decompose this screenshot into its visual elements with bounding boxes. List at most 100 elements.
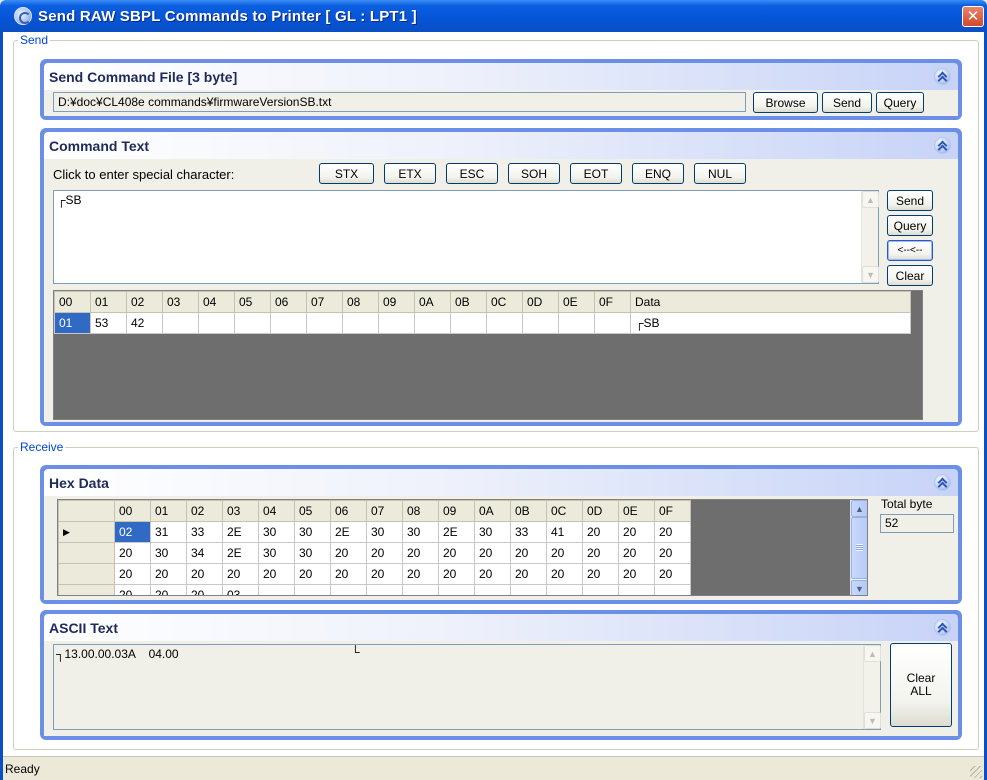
column-header[interactable]: 08 [342,291,379,313]
table-cell[interactable]: 20 [654,521,691,543]
table-cell[interactable]: 20 [438,542,475,564]
table-cell[interactable]: 2E [330,521,367,543]
table-cell[interactable]: 20 [258,563,295,585]
collapse-icon[interactable] [934,619,951,636]
scroll-thumb[interactable] [851,517,867,579]
table-cell[interactable]: 20 [294,563,331,585]
scroll-down-arrow-icon[interactable]: ▼ [862,266,879,283]
column-header[interactable]: 04 [258,500,295,522]
table-cell[interactable]: 20 [618,542,655,564]
table-cell[interactable]: 20 [150,584,187,595]
column-header[interactable]: 03 [162,291,199,313]
special-char-button-eot[interactable]: EOT [570,163,622,184]
special-char-button-esc[interactable]: ESC [446,163,498,184]
ascii-textarea[interactable]: ┐13.00.00.03A 04.00 └ ▲ ▼ [53,644,881,730]
table-cell[interactable] [582,584,619,595]
clear-text-button[interactable]: Clear [887,265,933,286]
convert-button[interactable]: <--<-- [887,240,933,261]
table-row[interactable]: 01 53 42 ┌SB [54,312,911,334]
table-cell[interactable]: 20 [366,542,403,564]
table-cell[interactable]: 20 [582,563,619,585]
table-cell[interactable]: 30 [366,521,403,543]
browse-button[interactable]: Browse [753,92,818,113]
table-row[interactable]: ▶ 02 31 33 2E 30 30 2E 30 30 2E 30 33 41 20 20 20 [58,521,691,543]
column-header[interactable]: 0B [510,500,547,522]
table-row[interactable]: 20 20 20 03 [58,584,691,595]
query-text-button[interactable]: Query [887,215,933,236]
column-header[interactable]: 01 [150,500,187,522]
table-cell[interactable] [294,584,331,595]
table-cell[interactable]: 53 [90,312,127,334]
column-header[interactable]: 0E [558,291,595,313]
column-header[interactable]: 01 [90,291,127,313]
table-cell[interactable]: 34 [186,542,223,564]
table-cell[interactable] [330,584,367,595]
column-header[interactable]: 0F [654,500,691,522]
column-header[interactable]: 0A [474,500,511,522]
table-cell[interactable] [402,584,439,595]
collapse-icon[interactable] [934,474,951,491]
table-cell[interactable] [270,312,307,334]
table-row[interactable]: 20 30 34 2E 30 30 20 20 20 20 20 20 20 20 20 20 [58,542,691,564]
table-cell[interactable]: 01 [54,312,91,334]
special-char-button-enq[interactable]: ENQ [632,163,684,184]
column-header[interactable]: 09 [378,291,415,313]
scroll-up-arrow-icon[interactable]: ▲ [851,500,867,517]
column-header[interactable]: Data [630,291,911,313]
table-cell[interactable]: 30 [474,521,511,543]
table-cell[interactable]: 33 [510,521,547,543]
table-cell[interactable] [618,584,655,595]
column-header[interactable]: 00 [54,291,91,313]
table-cell[interactable] [258,584,295,595]
column-header[interactable]: 09 [438,500,475,522]
table-cell[interactable] [306,312,343,334]
column-header[interactable]: 0F [594,291,631,313]
table-cell[interactable] [414,312,451,334]
column-header[interactable]: 03 [222,500,259,522]
table-cell[interactable]: 2E [438,521,475,543]
table-cell[interactable]: 42 [126,312,163,334]
current-row-indicator-icon[interactable]: ▶ [58,521,115,543]
row-header[interactable] [58,584,115,595]
column-header[interactable]: 05 [294,500,331,522]
table-cell[interactable]: 30 [294,521,331,543]
table-row[interactable]: 20 20 20 20 20 20 20 20 20 20 20 20 20 20 20 20 [58,563,691,585]
hex-grid-scrollbar[interactable]: ▲ ▼ [850,500,867,595]
table-cell[interactable]: 31 [150,521,187,543]
table-cell[interactable] [522,312,559,334]
table-cell[interactable]: 41 [546,521,583,543]
table-cell[interactable] [198,312,235,334]
ascii-textarea-scrollbar[interactable]: ▲ ▼ [863,645,881,729]
column-header[interactable]: 0E [618,500,655,522]
table-cell[interactable]: 2E [222,542,259,564]
table-cell[interactable]: 20 [366,563,403,585]
query-file-button[interactable]: Query [876,92,924,113]
table-cell[interactable]: 20 [114,542,151,564]
column-header[interactable]: 02 [126,291,163,313]
close-button[interactable]: ✕ [962,6,984,27]
table-cell[interactable]: 20 [402,542,439,564]
table-cell[interactable]: 30 [258,521,295,543]
table-cell[interactable] [366,584,403,595]
column-header[interactable]: 04 [198,291,235,313]
table-cell[interactable]: 20 [222,563,259,585]
table-cell[interactable]: 20 [618,563,655,585]
special-char-button-etx[interactable]: ETX [384,163,436,184]
special-char-button-nul[interactable]: NUL [694,163,746,184]
row-header[interactable] [58,563,115,585]
table-cell[interactable] [474,584,511,595]
column-header[interactable]: 08 [402,500,439,522]
table-cell[interactable]: 02 [114,521,151,543]
table-cell[interactable]: 20 [186,584,223,595]
table-cell[interactable]: 20 [438,563,475,585]
column-header[interactable]: 05 [234,291,271,313]
ascii-text-panel-header[interactable]: ASCII Text [44,614,958,641]
table-cell[interactable] [510,584,547,595]
table-cell[interactable]: 2E [222,521,259,543]
special-char-button-soh[interactable]: SOH [508,163,560,184]
table-cell[interactable] [486,312,523,334]
table-cell[interactable]: 20 [474,563,511,585]
table-cell[interactable] [378,312,415,334]
table-cell[interactable]: 33 [186,521,223,543]
collapse-icon[interactable] [934,68,951,85]
